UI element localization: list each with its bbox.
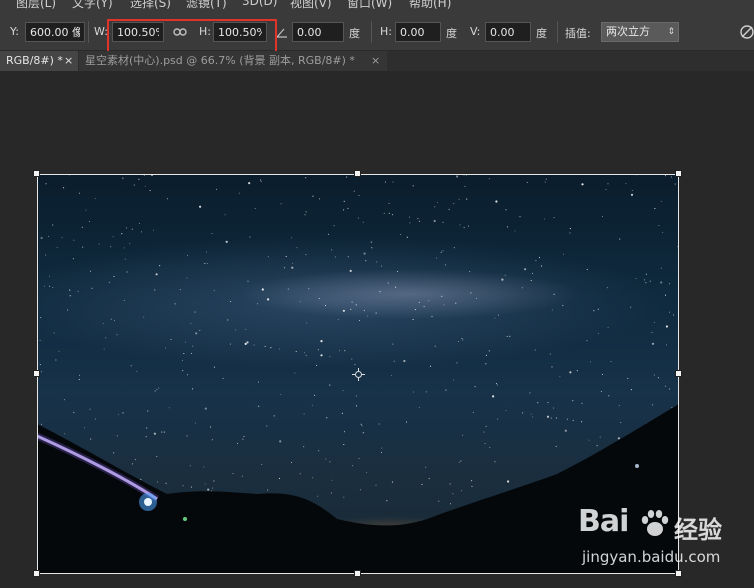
tab-document-1[interactable]: RGB/8#) * × [0, 51, 78, 71]
skew-v-label: V: [470, 25, 481, 38]
transform-handle-right[interactable] [675, 370, 682, 377]
menu-select[interactable]: 选择(S) [130, 0, 171, 11]
tab-label: 星空素材(中心).psd @ 66.7% (背景 副本, RGB/8#) * [85, 54, 355, 67]
transform-handle-top-right[interactable] [675, 170, 682, 177]
skew-vertical-field[interactable] [485, 22, 531, 42]
transform-handle-top[interactable] [354, 170, 361, 177]
skew-v-unit: 度 [536, 27, 547, 40]
close-icon[interactable]: × [64, 51, 73, 71]
menu-layer[interactable]: 图层(L) [16, 0, 56, 11]
y-label: Y: [10, 25, 19, 38]
document-tab-bar: RGB/8#) * × 星空素材(中心).psd @ 66.7% (背景 副本,… [0, 51, 754, 71]
watermark-url: jingyan.baidu.com [582, 548, 721, 566]
menu-filter[interactable]: 滤镜(T) [186, 0, 227, 11]
interpolation-select[interactable]: 两次立方 ⇕ [601, 22, 679, 42]
cancel-transform-icon[interactable] [738, 24, 754, 40]
interpolation-value: 两次立方 [606, 25, 650, 38]
interpolation-label: 插值: [565, 27, 591, 40]
skew-horizontal-field[interactable] [395, 22, 441, 42]
rotate-angle-icon [276, 28, 287, 38]
skew-h-unit: 度 [446, 27, 457, 40]
menu-bar: 图层(L) 文字(Y) 选择(S) 滤镜(T) 3D(D) 视图(V) 窗口(W… [0, 0, 754, 12]
transform-handle-left[interactable] [33, 370, 40, 377]
menu-view[interactable]: 视图(V) [290, 0, 332, 11]
transform-handle-top-left[interactable] [33, 170, 40, 177]
transform-handle-bottom-left[interactable] [33, 570, 40, 577]
baidu-jingyan-watermark: Bai 经验 jingyan.baidu.com [578, 504, 754, 582]
separator [371, 21, 372, 43]
skew-h-label: H: [380, 25, 392, 38]
tab-label: RGB/8#) * [6, 54, 63, 67]
paw-logo-icon [641, 510, 669, 536]
close-icon[interactable]: × [371, 51, 380, 71]
reference-point-icon[interactable] [352, 368, 365, 381]
rotate-angle-field[interactable] [292, 22, 344, 42]
watermark-product: 经验 [674, 516, 722, 544]
watermark-brand: Bai [578, 504, 629, 539]
menu-window[interactable]: 窗口(W) [347, 0, 392, 11]
width-label: W: [94, 25, 108, 38]
tab-document-2[interactable]: 星空素材(中心).psd @ 66.7% (背景 副本, RGB/8#) * × [79, 51, 387, 71]
y-position-field[interactable] [25, 22, 85, 42]
highlight-box [107, 19, 277, 53]
menu-type[interactable]: 文字(Y) [72, 0, 113, 11]
separator [557, 21, 558, 43]
separator [88, 21, 89, 43]
select-arrow-icon: ⇕ [667, 27, 675, 37]
angle-unit: 度 [349, 27, 360, 40]
menu-help[interactable]: 帮助(H) [409, 0, 451, 11]
transform-handle-bottom[interactable] [354, 570, 361, 577]
menu-3d[interactable]: 3D(D) [242, 0, 277, 8]
